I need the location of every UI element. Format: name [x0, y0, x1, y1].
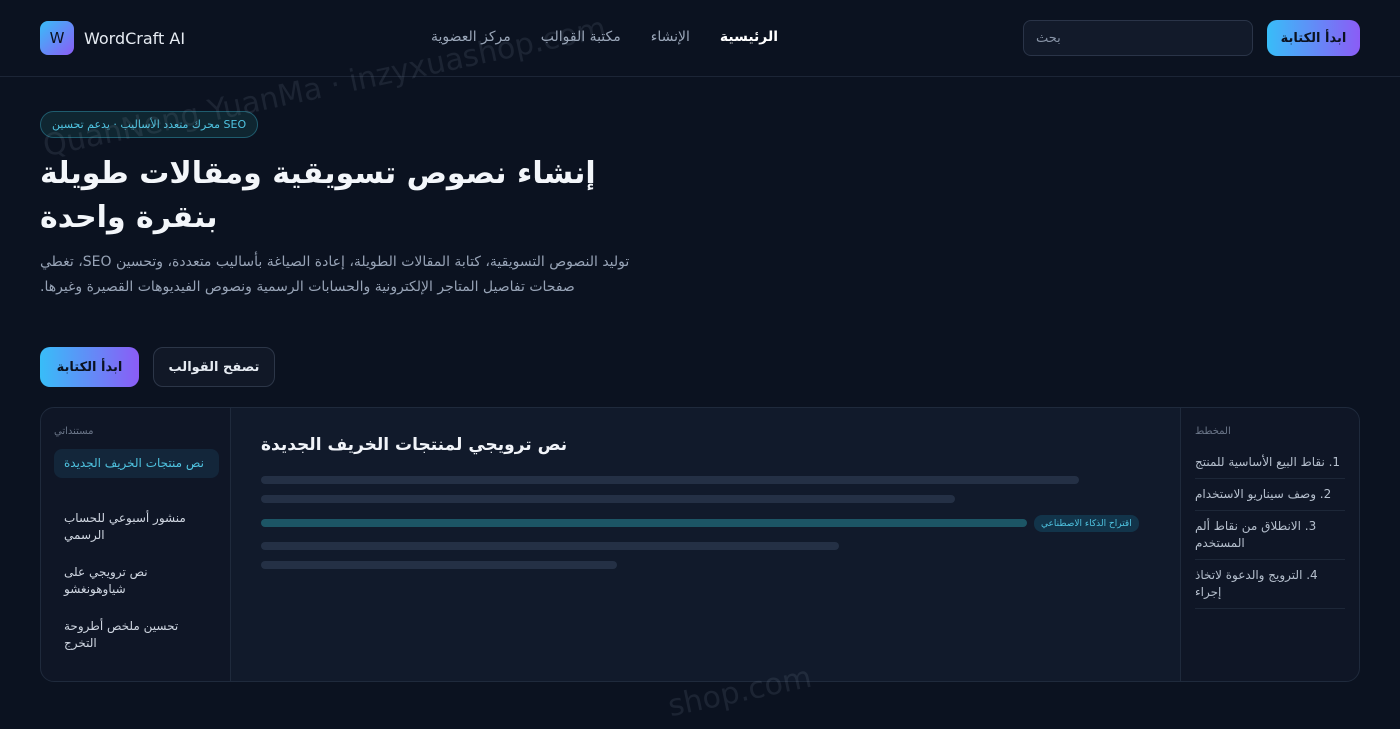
text-placeholder-line [261, 561, 617, 569]
document-item[interactable]: نص ترويجي على شياوهونغشو [54, 558, 219, 604]
documents-title: مستنداتي [54, 426, 94, 437]
outline-item[interactable]: 4. الترويج والدعوة لاتخاذ إجراء [1195, 567, 1345, 609]
documents-sidebar: مستنداتي نص منتجات الخريف الجديدة منشور … [41, 408, 231, 681]
hero-start-writing-button[interactable]: ابدأ الكتابة [40, 347, 139, 387]
outline-item[interactable]: 1. نقاط البيع الأساسية للمنتج [1195, 454, 1345, 479]
nav-item-create[interactable]: الإنشاء [651, 29, 690, 45]
hero-title: إنشاء نصوص تسويقية ومقالات طويلة بنقرة و… [40, 156, 596, 235]
document-editor[interactable]: نص ترويجي لمنتجات الخريف الجديدة اقتراح … [231, 408, 1180, 681]
outline-item[interactable]: 3. الانطلاق من نقاط ألم المستخدم [1195, 518, 1345, 560]
outline-title: المخطط [1195, 426, 1231, 437]
start-writing-button[interactable]: ابدأ الكتابة [1267, 20, 1360, 56]
brand-name: WordCraft AI [84, 28, 186, 48]
feature-badge: محرك متعدد الأساليب · يدعم تحسين SEO [40, 111, 259, 138]
document-heading: نص ترويجي لمنتجات الخريف الجديدة [261, 435, 568, 455]
text-placeholder-line [261, 495, 955, 503]
top-navigation-bar: W WordCraft AI الرئيسية الإنشاء مكتبة ال… [0, 0, 1400, 77]
ai-suggestion-tag[interactable]: اقتراح الذكاء الاصطناعي [1034, 515, 1139, 532]
document-item[interactable]: تحسين ملخص أطروحة التخرج [54, 612, 219, 658]
ai-suggested-line[interactable] [261, 519, 1027, 527]
outline-item[interactable]: 2. وصف سيناريو الاستخدام [1195, 486, 1345, 511]
browse-templates-button[interactable]: تصفح القوالب [153, 347, 275, 387]
hero-description: توليد النصوص التسويقية، كتابة المقالات ا… [40, 254, 630, 295]
search-input[interactable] [1023, 20, 1253, 56]
brand[interactable]: W WordCraft AI [40, 21, 185, 55]
outline-sidebar: المخطط 1. نقاط البيع الأساسية للمنتج 2. … [1180, 408, 1359, 681]
document-item[interactable]: نص منتجات الخريف الجديدة [54, 449, 219, 478]
nav-item-templates[interactable]: مكتبة القوالب [541, 29, 621, 45]
document-item[interactable]: منشور أسبوعي للحساب الرسمي [54, 504, 219, 550]
logo-icon: W [40, 21, 74, 55]
editor-preview-panel: مستنداتي نص منتجات الخريف الجديدة منشور … [40, 407, 1360, 682]
main-nav: الرئيسية الإنشاء مكتبة القوالب مركز العض… [431, 29, 778, 45]
nav-item-membership[interactable]: مركز العضوية [431, 29, 511, 45]
text-placeholder-line [261, 476, 1079, 484]
text-placeholder-line [261, 542, 839, 550]
nav-item-home[interactable]: الرئيسية [720, 29, 778, 45]
